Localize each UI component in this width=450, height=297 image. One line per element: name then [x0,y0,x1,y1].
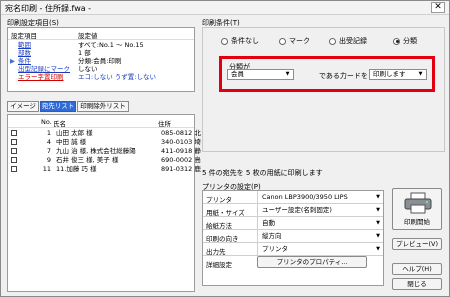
current-row-arrow-icon: ▶ [10,57,15,65]
close-icon[interactable]: ✕ [431,2,445,13]
settings-value-mark: しない [78,65,98,73]
row-checkbox[interactable] [11,139,17,145]
printer-properties-button[interactable]: プリンタのプロパティ... [257,256,367,268]
address-list[interactable]: No. 氏名 住所 1 山田 太郎 様 085-0812 北 4 中田 誠 様 … [7,114,201,292]
radio-mark[interactable]: マーク [279,36,310,46]
chevron-down-icon[interactable]: ▼ [374,218,382,228]
paper-source-row[interactable]: 給紙方法 自動 ▼ [203,217,383,230]
radio-record[interactable]: 出受記録 [329,36,367,46]
settings-item-mark[interactable]: 出型記録にマーク [18,66,70,73]
paper-size-row[interactable]: 用紙・サイズ ユーザー設定(名刺固定) ▼ [203,204,383,217]
settings-item-condition[interactable]: 条件 [18,58,31,65]
settings-value-condition: 分類:会員:印刷 [78,57,122,65]
settings-item-copies[interactable]: 部数 [18,50,31,57]
settings-list[interactable]: 設定項目 設定値 範囲 すべて:No.1 ～ No.15 部数 1 部 ▶ 条件… [7,27,195,92]
detail-row: 詳細設定 プリンタのプロパティ... [203,256,383,269]
tab-excluded-list[interactable]: 印刷除外リスト [77,101,129,112]
list-item[interactable]: 4 中田 誠 様 340-0103 埼 [11,138,201,147]
chevron-down-icon[interactable]: ▼ [374,244,382,254]
list-item[interactable]: 1 山田 太郎 様 085-0812 北 [11,129,201,138]
row-checkbox[interactable] [11,157,17,163]
printer-settings: プリンタ Canon LBP3900/3950 LIPS ▼ 用紙・サイズ ユー… [202,190,384,286]
settings-item-range[interactable]: 範囲 [18,42,31,49]
preview-button[interactable]: プレビュー(V) [392,238,442,250]
list-item[interactable]: 11 11.加藤 巧 様 891-0312 鹿 [11,165,201,174]
window-title: 宛名印刷 - 住所録.fwa - [5,4,92,13]
radio-category[interactable]: 分類 [393,36,417,46]
settings-value-copies: 1 部 [78,49,91,57]
radio-mark-dot[interactable] [279,37,286,45]
settings-value-range: すべて:No.1 ～ No.15 [78,41,144,49]
help-button[interactable]: ヘルプ(H) [392,263,442,275]
tab-address-list[interactable]: 宛先リスト [40,101,76,112]
row-checkbox[interactable] [11,166,17,172]
radio-none-dot[interactable] [221,37,228,45]
category-select[interactable]: 会員 ▼ [227,69,294,80]
radio-none[interactable]: 条件なし [221,36,259,46]
print-start-label: 印刷開始 [404,218,430,226]
tab-image[interactable]: イメージ [7,101,39,112]
radio-category-dot[interactable] [393,37,400,45]
print-start-button[interactable]: 印刷開始 [392,188,442,230]
chevron-down-icon: ▼ [285,71,290,77]
printer-row[interactable]: プリンタ Canon LBP3900/3950 LIPS ▼ [203,191,383,204]
list-item[interactable]: 9 石井 俊三 様, 美子 様 690-0002 島 [11,156,201,165]
list-item[interactable]: 7 九山 治 様, 株式会社総藤陽 411-0918 静 [11,147,201,156]
print-dialog: 宛名印刷 - 住所録.fwa - ✕ 印刷設定項目(S) 設定項目 設定値 範囲… [0,0,450,297]
close-button[interactable]: 閉じる [392,278,442,290]
settings-item-error-char[interactable]: エラー字置印刷 [18,74,64,81]
chevron-down-icon[interactable]: ▼ [374,192,382,202]
summary-text: 5 件の宛先を 5 枚の用紙に印刷します [202,169,323,177]
row-checkbox[interactable] [11,148,17,154]
printer-icon [404,192,432,214]
middle-text: である力ードを [319,72,368,80]
chevron-down-icon: ▼ [418,71,423,77]
action-select[interactable]: 印刷します ▼ [369,69,427,80]
radio-record-dot[interactable] [329,37,336,45]
output-row[interactable]: 出力先 プリンタ ▼ [203,243,383,256]
title-bar: 宛名印刷 - 住所録.fwa - ✕ [1,1,449,15]
orientation-row[interactable]: 印刷の向き 縦方向 ▼ [203,230,383,243]
chevron-down-icon[interactable]: ▼ [374,205,382,215]
chevron-down-icon[interactable]: ▼ [374,231,382,241]
row-checkbox[interactable] [11,130,17,136]
list-col-no: No. [41,118,52,126]
settings-value-error-char: エコ:しない うず置:しない [78,73,156,81]
